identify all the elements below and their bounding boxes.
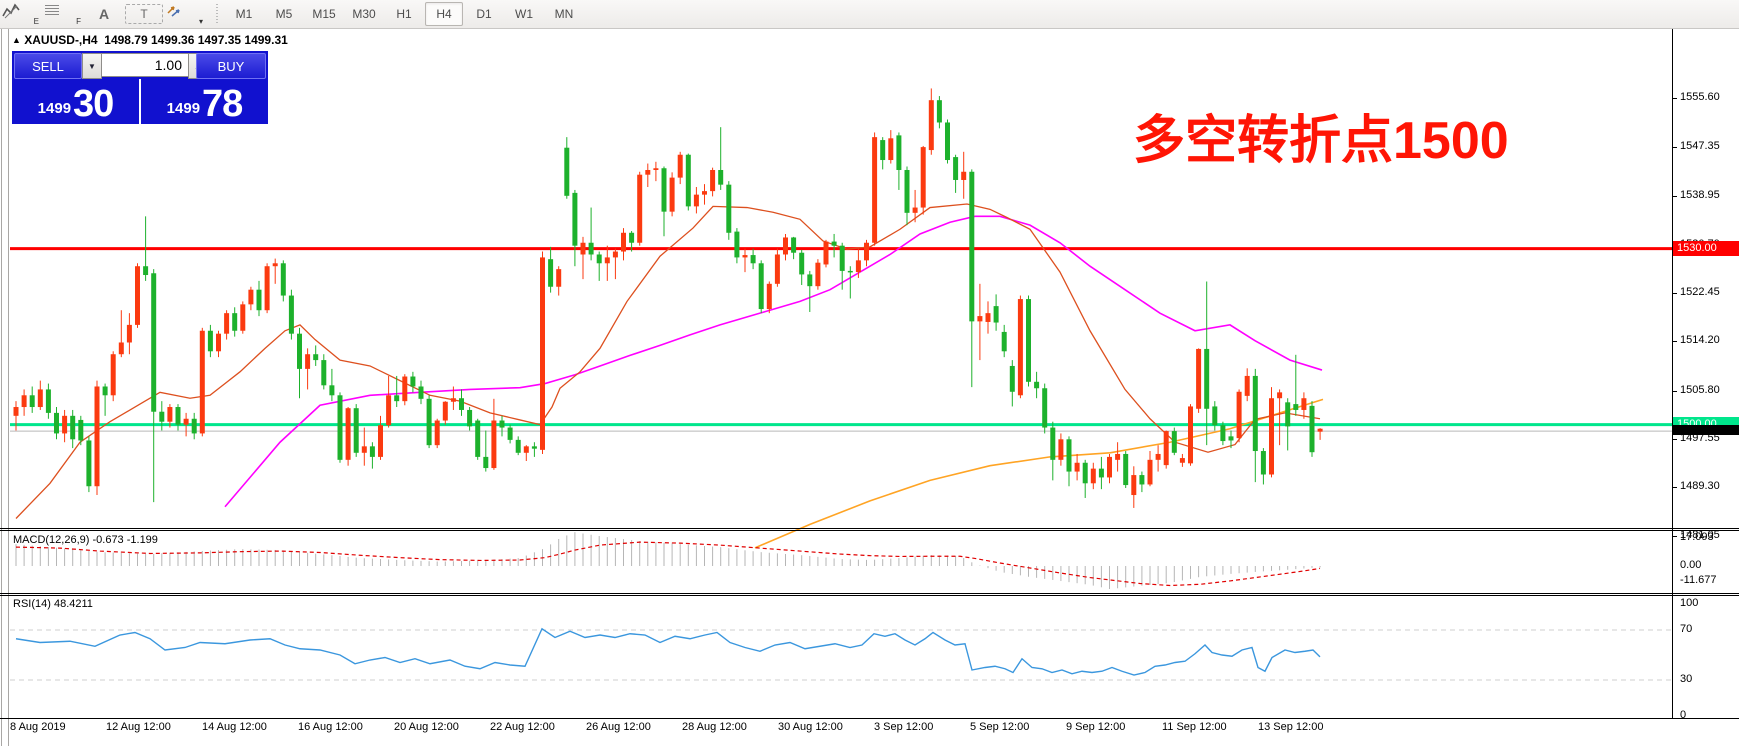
rsi-line [16,629,1320,675]
sell-button[interactable]: SELL [14,53,82,79]
buy-button[interactable]: BUY [196,53,266,79]
sell-price-main: 1499 [38,100,71,117]
price-tick-mark [1672,391,1677,392]
ohlc-readout: 1498.79 1499.36 1497.35 1499.31 [104,33,288,47]
window-left-border-inner [8,29,9,746]
price-tick-mark [1672,293,1677,294]
macd-values: -0.673 -1.199 [92,534,157,546]
panel-separator[interactable] [0,528,1739,529]
rsi-label: RSI(14) 48.4211 [13,598,93,610]
buy-price-main: 1499 [167,100,200,117]
date-label: 8 Aug 2019 [10,721,66,733]
date-label: 30 Aug 12:00 [778,721,843,733]
symbol-period-label: XAUUSD-,H4 [24,33,97,47]
timeframe-button-mn[interactable]: MN [545,2,583,26]
volume-stepper: ▼ 1.00 ▲ [82,53,208,77]
price-tick-mark [1672,196,1677,197]
date-label: 14 Aug 12:00 [202,721,267,733]
text-label-icon[interactable]: A [85,2,123,26]
rsi-panel-canvas[interactable] [10,596,1673,718]
price-tick-label: 1555.60 [1680,91,1720,103]
rsi-scale-0: 0 [1680,709,1686,721]
rsi-value: 48.4211 [54,598,93,610]
date-label: 28 Aug 12:00 [682,721,747,733]
panel-separator[interactable] [0,593,1739,594]
time-axis[interactable]: 8 Aug 2019 12 Aug 12:00 14 Aug 12:00 16 Aug… [0,721,1739,737]
date-label: 9 Sep 12:00 [1066,721,1125,733]
price-tick-label: 1538.95 [1680,189,1720,201]
timeframe-bar: M1M5M15M30H1H4D1W1MN [224,2,584,26]
timeframe-button-m15[interactable]: M15 [305,2,343,26]
ma-mid-line [225,216,1322,506]
time-axis-border [0,718,1739,719]
sell-price-display[interactable]: 1499 30 [12,79,141,124]
rsi-scale-70: 70 [1680,623,1692,635]
macd-signal-line [16,542,1320,585]
timeframe-button-m30[interactable]: M30 [345,2,383,26]
price-tick-mark [1672,487,1677,488]
date-label: 5 Sep 12:00 [970,721,1029,733]
macd-label: MACD(12,26,9) -0.673 -1.199 [13,534,158,546]
text-box-icon[interactable]: T [125,4,163,24]
timeframe-button-m1[interactable]: M1 [225,2,263,26]
toolbar-separator [216,4,218,24]
date-label: 13 Sep 12:00 [1258,721,1323,733]
date-label: 11 Sep 12:00 [1162,721,1227,733]
objects-icon[interactable]: ▾ [165,2,205,26]
timeframe-button-d1[interactable]: D1 [465,2,503,26]
price-tick-label: 1489.30 [1680,480,1720,492]
red-level-price-tag: 1530.00 [1673,241,1739,256]
indicators-icon[interactable]: E [1,2,41,26]
date-label: 20 Aug 12:00 [394,721,459,733]
buy-price-pips: 78 [202,87,242,121]
price-tick-label: 1514.20 [1680,334,1720,346]
window-left-border [1,29,2,746]
timeframe-button-h4[interactable]: H4 [425,2,463,26]
date-label: 22 Aug 12:00 [490,721,555,733]
macd-panel-canvas[interactable] [10,531,1673,593]
price-tick-mark [1672,98,1677,99]
price-tick-mark [1672,147,1677,148]
chart-title: ▲ XAUUSD-,H4 1498.79 1499.36 1497.35 149… [12,33,288,47]
volume-decrease-button[interactable]: ▼ [82,53,102,79]
candles [14,88,1323,507]
price-tick-label: 1522.45 [1680,286,1720,298]
chart-window: ▲ XAUUSD-,H4 1498.79 1499.36 1497.35 149… [0,29,1739,746]
one-click-trading-panel: SELL ▼ 1.00 ▲ BUY 1499 30 1499 78 [12,51,268,123]
date-label: 12 Aug 12:00 [106,721,171,733]
date-label: 16 Aug 12:00 [298,721,363,733]
collapse-arrow-icon: ▲ [12,35,21,45]
macd-scale-min: -11.677 [1680,574,1717,586]
grid-icon[interactable]: F [43,2,83,26]
price-tick-mark [1672,341,1677,342]
macd-histogram [16,532,1320,589]
macd-scale-zero: 0.00 [1680,559,1701,571]
price-tick-mark [1672,439,1677,440]
price-tick-mark [1672,536,1677,537]
price-tick-label: 1547.35 [1680,140,1720,152]
date-label: 3 Sep 12:00 [874,721,933,733]
rsi-scale-30: 30 [1680,673,1692,685]
rsi-scale-100: 100 [1680,597,1698,609]
timeframe-button-h1[interactable]: H1 [385,2,423,26]
toolbar: E F A T ▾ M1M5M15M30H1H4D1W1MN [0,0,1739,29]
date-label: 26 Aug 12:00 [586,721,651,733]
macd-scale-max: 17.093 [1680,531,1714,543]
chart-annotation-text: 多空转折点1500 [1133,113,1509,169]
timeframe-button-w1[interactable]: W1 [505,2,543,26]
price-tick-label: 1505.80 [1680,384,1720,396]
timeframe-button-m5[interactable]: M5 [265,2,303,26]
volume-input[interactable]: 1.00 [102,53,188,77]
sell-price-pips: 30 [73,87,113,121]
buy-price-display[interactable]: 1499 78 [141,79,268,124]
last-price-marker [1673,425,1739,435]
